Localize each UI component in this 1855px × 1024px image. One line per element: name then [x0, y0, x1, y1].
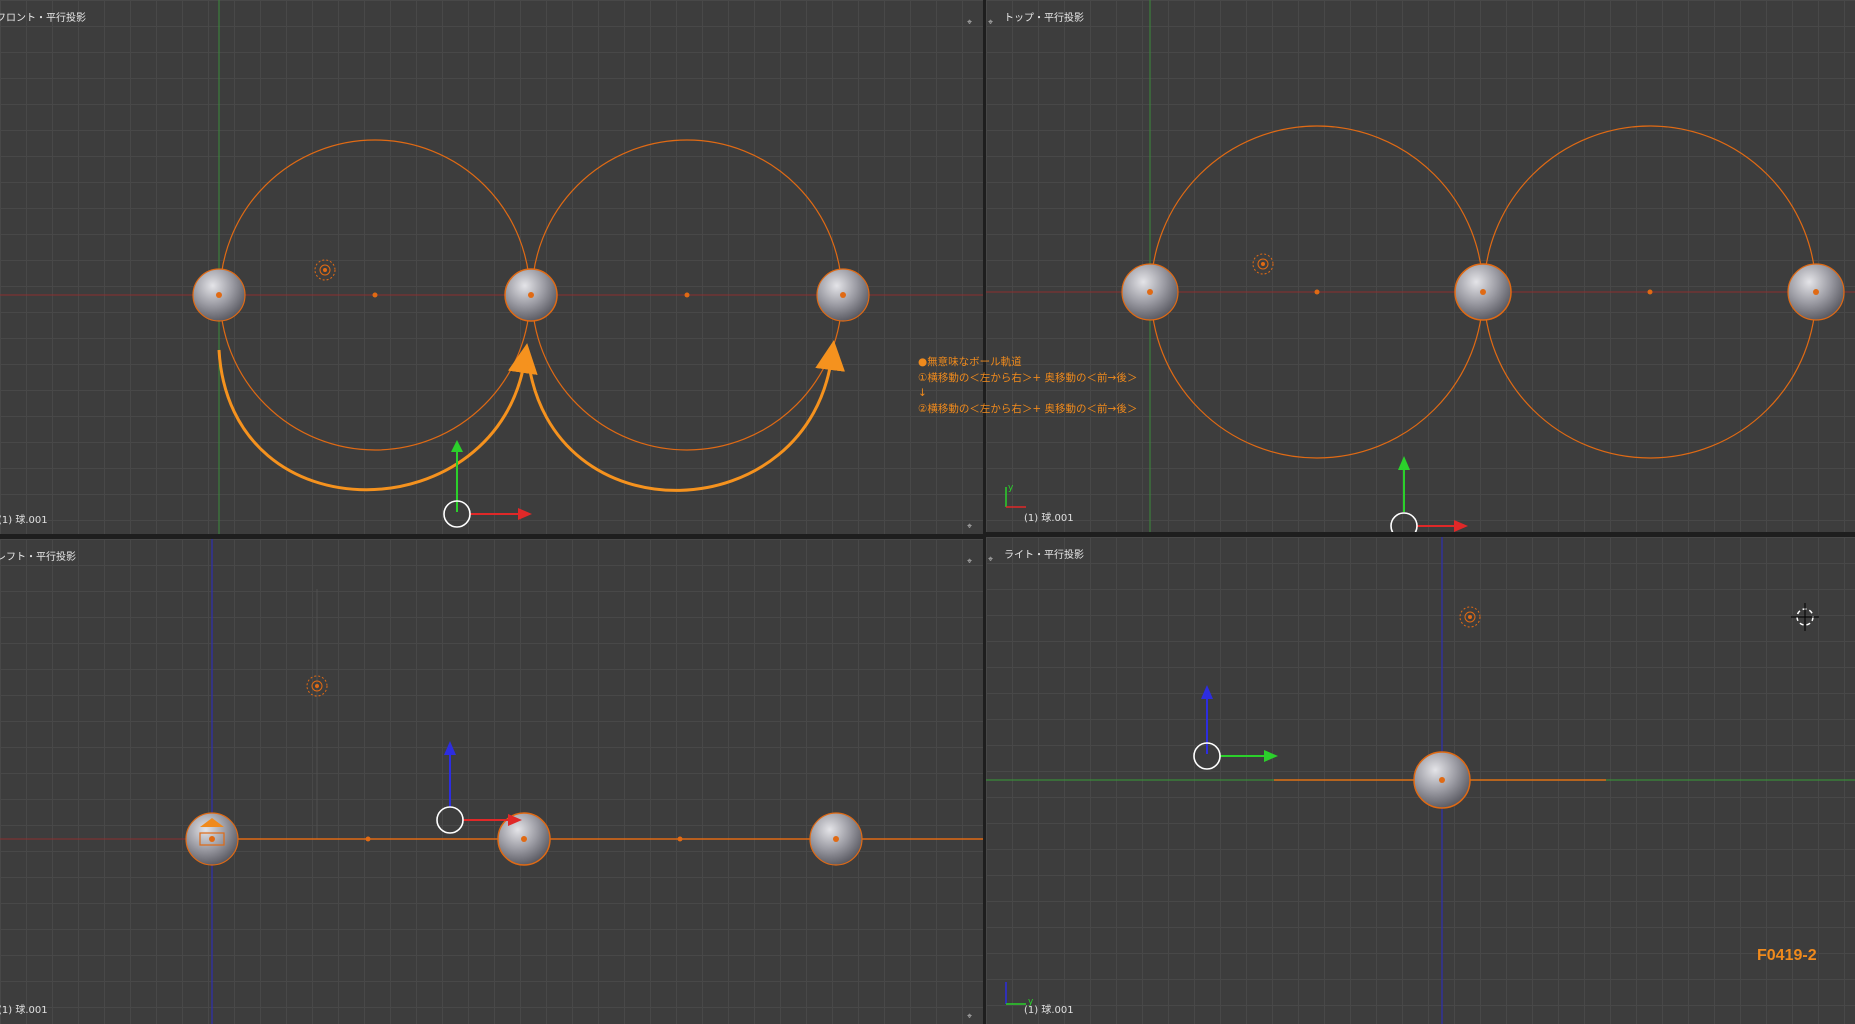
circle-center-dot: [1647, 289, 1653, 295]
viewport-label: フロント・平行投影: [0, 13, 86, 24]
figure-id: F0419-2: [1757, 947, 1817, 964]
annotation-arrow: ↓: [918, 387, 927, 399]
viewport-label: レフト・平行投影: [0, 552, 76, 563]
viewport-left-canvas: [0, 539, 983, 1024]
lamp-icon: [1252, 253, 1274, 275]
origin-dot: [1147, 289, 1153, 295]
motion-arrow-2: [526, 340, 845, 492]
circle-center-dot: [677, 836, 683, 842]
origin-dot: [528, 292, 534, 298]
motion-arrow-1: [217, 343, 538, 492]
active-object-name: (1) 球.001: [0, 515, 48, 526]
split-corner-icon[interactable]: ⌖: [988, 18, 998, 28]
origin-dot: [209, 836, 215, 842]
transform-manipulator: [436, 741, 522, 834]
circle-center-dot: [365, 836, 371, 842]
viewport-front[interactable]: フロント・平行投影 (1) 球.001 ⌖ ⌖: [0, 0, 983, 534]
axis-orientation-icon: y: [1005, 483, 1026, 508]
origin-dot: [840, 292, 846, 298]
transform-manipulator: [443, 440, 532, 528]
annotation-line-1: ①横移動の＜左から右＞+ 奥移動の＜前→後＞: [918, 371, 1138, 384]
circle-center-dot: [684, 292, 690, 298]
transform-manipulator: [1193, 685, 1278, 770]
viewport-right[interactable]: y ライト・平行投影 (1) 球.001 ⌖: [986, 537, 1855, 1024]
viewport-left[interactable]: レフト・平行投影 (1) 球.001 ⌖ ⌖: [0, 539, 983, 1024]
viewport-top-canvas: y: [986, 0, 1855, 532]
viewport-divider-horizontal-right[interactable]: [986, 532, 1855, 537]
svg-text:y: y: [1008, 483, 1014, 493]
origin-dot: [521, 836, 527, 842]
split-corner-icon[interactable]: ⌖: [967, 522, 977, 532]
transform-manipulator: [1390, 456, 1468, 532]
viewport-front-canvas: [0, 0, 983, 534]
active-object-name: (1) 球.001: [1024, 513, 1074, 524]
lamp-icon: [1459, 606, 1481, 628]
origin-dot: [1439, 777, 1445, 783]
split-corner-icon[interactable]: ⌖: [967, 1012, 977, 1022]
origin-dot: [1480, 289, 1486, 295]
split-corner-icon[interactable]: ⌖: [988, 555, 998, 565]
origin-dot: [216, 292, 222, 298]
viewport-label: トップ・平行投影: [1004, 13, 1084, 24]
lamp-icon: [314, 259, 336, 281]
split-corner-icon[interactable]: ⌖: [967, 557, 977, 567]
viewport-top[interactable]: y トップ・平行投影 (1) 球.001 ⌖: [986, 0, 1855, 532]
split-corner-icon[interactable]: ⌖: [967, 18, 977, 28]
active-object-name: (1) 球.001: [0, 1005, 48, 1016]
viewport-divider-horizontal-left[interactable]: [0, 534, 983, 539]
annotation-note: ●無意味なボール軌道 ①横移動の＜左から右＞+ 奥移動の＜前→後＞ ↓ ②横移動…: [918, 355, 1137, 417]
annotation-title: ●無意味なボール軌道: [918, 356, 1022, 368]
circle-center-dot: [372, 292, 378, 298]
origin-dot: [833, 836, 839, 842]
viewport-label: ライト・平行投影: [1004, 550, 1084, 561]
viewport-right-canvas: y: [986, 537, 1855, 1024]
annotation-line-2: ②横移動の＜左から右＞+ 奥移動の＜前→後＞: [918, 402, 1138, 415]
origin-dot: [1813, 289, 1819, 295]
active-object-name: (1) 球.001: [1024, 1005, 1074, 1016]
3d-cursor-icon: [1791, 603, 1819, 631]
viewport-divider-vertical[interactable]: [983, 0, 986, 1024]
circle-center-dot: [1314, 289, 1320, 295]
